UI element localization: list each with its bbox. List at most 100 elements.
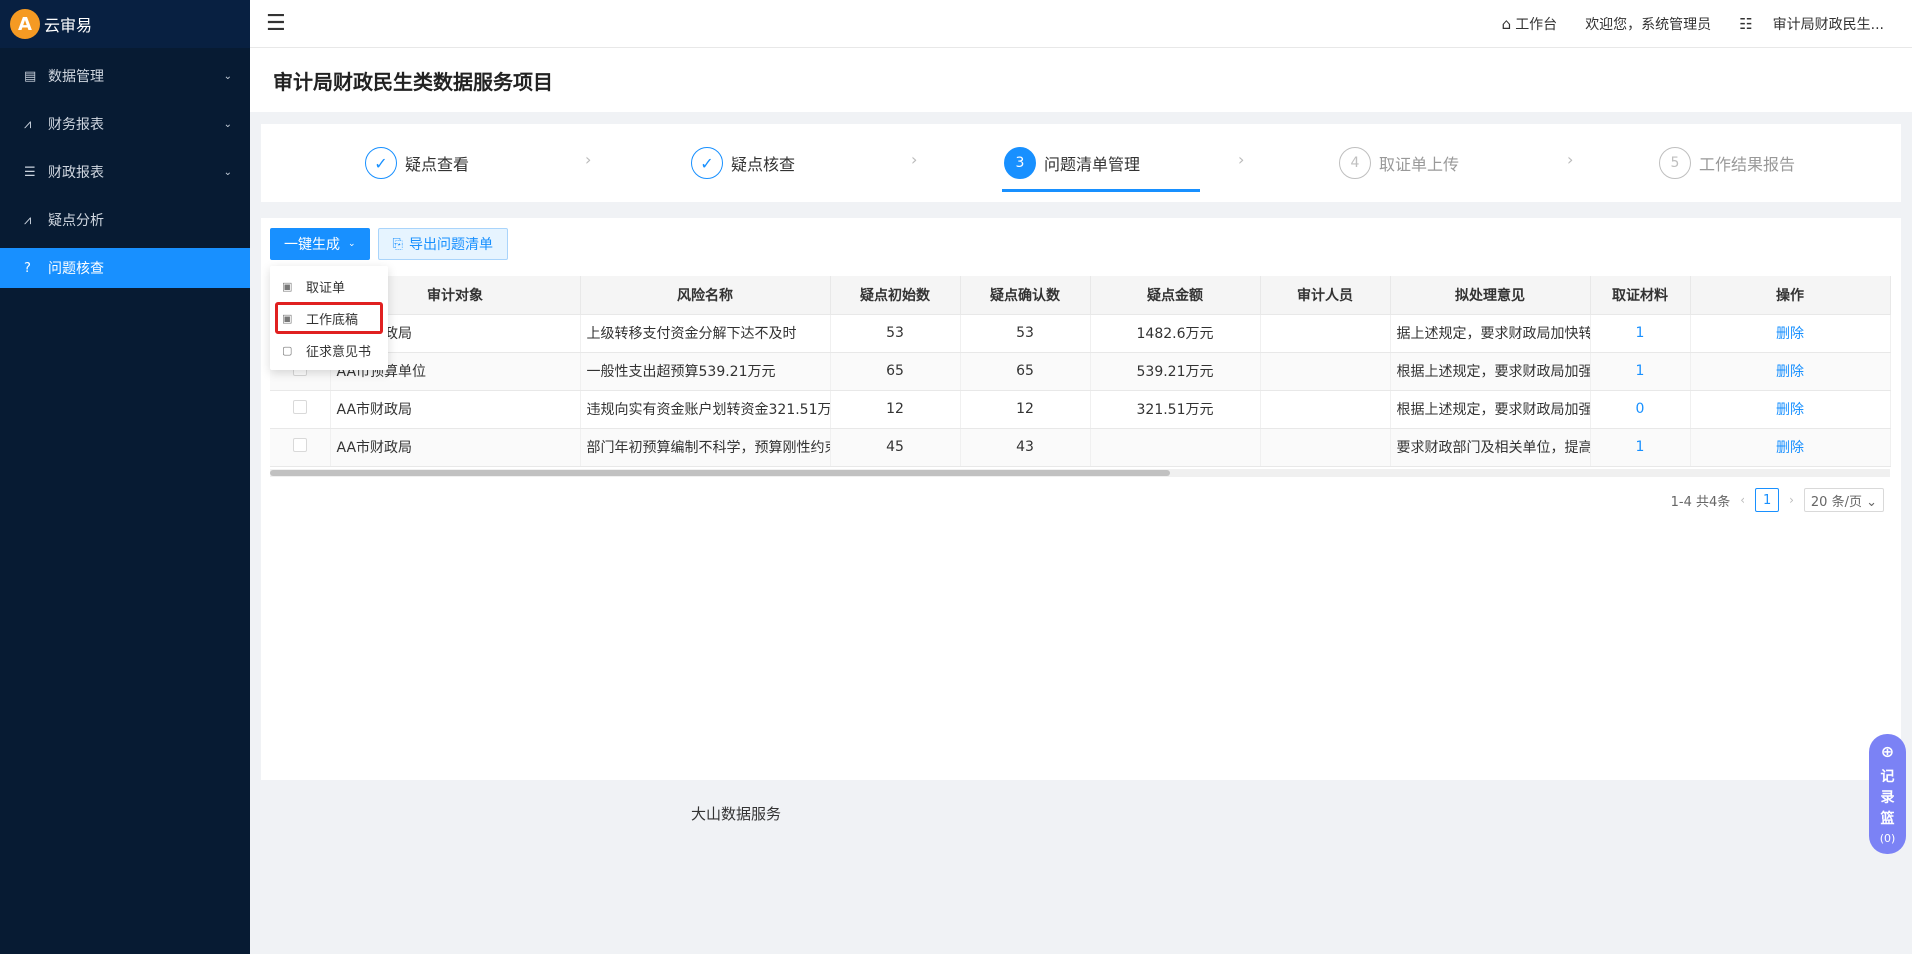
step-4[interactable]: 4 取证单上传 bbox=[1339, 124, 1459, 202]
cell-auditor bbox=[1260, 390, 1391, 429]
step-5[interactable]: 5 工作结果报告 bbox=[1659, 124, 1795, 202]
basket-count: (0) bbox=[1879, 832, 1896, 845]
app-name: 云审易 bbox=[44, 16, 93, 35]
page-number[interactable]: 1 bbox=[1755, 488, 1780, 512]
menu-item-opinion-letter[interactable]: ▢ 征求意见书 bbox=[270, 334, 388, 366]
chart-icon: ⩘ bbox=[24, 116, 32, 132]
steps-bar: ✓ 疑点查看 › ✓ 疑点核查 › 3 问题清单管理 › 4 取证单上传 › 5… bbox=[261, 124, 1901, 202]
record-basket-button[interactable]: ⊕ 记 录 篮 (0) bbox=[1869, 734, 1906, 854]
delete-link[interactable]: 删除 bbox=[1690, 314, 1891, 353]
generate-button[interactable]: 一键生成 ⌄ bbox=[270, 228, 370, 260]
sidebar-menu: ▤ 数据管理 ⌄ ⩘ 财务报表 ⌄ ☰ 财政报表 ⌄ ⩘ 疑点分析 ? 问题核查 bbox=[0, 56, 250, 288]
cell-amount bbox=[1090, 428, 1261, 467]
sidebar-item-suspicion-analysis[interactable]: ⩘ 疑点分析 bbox=[0, 200, 250, 240]
cell-auditor bbox=[1260, 352, 1391, 391]
step-2[interactable]: ✓ 疑点核查 bbox=[691, 124, 795, 202]
row-checkbox-cell bbox=[270, 428, 331, 467]
scrollbar-thumb[interactable] bbox=[270, 469, 1170, 476]
toolbar: 一键生成 ⌄ ⎘ 导出问题清单 bbox=[270, 228, 508, 260]
horizontal-scrollbar[interactable] bbox=[270, 468, 1890, 477]
document-icon: ▤ bbox=[24, 68, 37, 84]
chevron-down-icon: ⌄ bbox=[223, 70, 232, 82]
chevron-right-icon: › bbox=[585, 150, 592, 169]
org-name: 审计局财政民生... bbox=[1772, 16, 1884, 33]
issues-table: 审计对象 风险名称 疑点初始数 疑点确认数 疑点金额 审计人员 拟处理意见 取证… bbox=[270, 276, 1891, 477]
column-header[interactable]: 拟处理意见 bbox=[1390, 276, 1591, 315]
sidebar-item-data-management[interactable]: ▤ 数据管理 ⌄ bbox=[0, 56, 250, 96]
delete-link[interactable]: 删除 bbox=[1690, 352, 1891, 391]
menu-item-label: 取证单 bbox=[306, 280, 346, 296]
sidebar-item-issue-verification[interactable]: ? 问题核查 bbox=[0, 248, 250, 288]
cell-confirmed: 43 bbox=[960, 428, 1091, 467]
column-header[interactable]: 疑点确认数 bbox=[960, 276, 1091, 315]
prev-page-icon[interactable]: ‹ bbox=[1740, 493, 1745, 507]
step-number: 3 bbox=[1004, 147, 1036, 179]
header-right: ⌂ 工作台 欢迎您，系统管理员 ☷ 审计局财政民生... bbox=[1502, 14, 1912, 34]
evidence-link[interactable]: 1 bbox=[1590, 352, 1691, 391]
table-row: AA市预算单位 一般性支出超预算539.21万元 65 65 539.21万元 … bbox=[270, 352, 1891, 391]
row-checkbox-cell bbox=[270, 390, 331, 429]
step-number: 5 bbox=[1659, 147, 1691, 179]
workbench-link[interactable]: ⌂ 工作台 bbox=[1502, 14, 1558, 34]
menu-item-working-paper[interactable]: ▣ 工作底稿 bbox=[275, 302, 383, 334]
workbench-label: 工作台 bbox=[1515, 16, 1558, 33]
logo-icon: A bbox=[10, 9, 40, 39]
delete-link[interactable]: 删除 bbox=[1690, 428, 1891, 467]
cell-initial: 53 bbox=[830, 314, 961, 353]
footer-text: 大山数据服务 bbox=[691, 805, 782, 823]
chevron-down-icon: ⌄ bbox=[223, 166, 232, 178]
cell-opinion: 据上述规定，要求财政局加快转 bbox=[1390, 314, 1591, 353]
column-header[interactable]: 取证材料 bbox=[1590, 276, 1691, 315]
trend-icon: ⩘ bbox=[24, 212, 32, 228]
home-icon: ⌂ bbox=[1501, 14, 1512, 33]
row-checkbox[interactable] bbox=[292, 438, 307, 452]
row-checkbox[interactable] bbox=[292, 400, 307, 414]
top-header: ☰ ⌂ 工作台 欢迎您，系统管理员 ☷ 审计局财政民生... bbox=[250, 0, 1912, 48]
sidebar-item-fiscal-statements[interactable]: ☰ 财政报表 ⌄ bbox=[0, 152, 250, 192]
menu-item-label: 工作底稿 bbox=[306, 312, 359, 328]
chevron-down-icon: ⌄ bbox=[223, 118, 232, 130]
sidebar-item-label: 疑点分析 bbox=[48, 213, 104, 229]
org-switcher[interactable]: ☷ 审计局财政民生... bbox=[1739, 14, 1884, 34]
basket-icon: ⊕ bbox=[1880, 742, 1895, 761]
column-header[interactable]: 操作 bbox=[1690, 276, 1891, 315]
cell-initial: 12 bbox=[830, 390, 961, 429]
export-issues-button[interactable]: ⎘ 导出问题清单 bbox=[377, 228, 508, 260]
document-icon: ▢ bbox=[282, 343, 293, 357]
menu-collapse-icon[interactable]: ☰ bbox=[266, 11, 286, 36]
menu-item-label: 征求意见书 bbox=[306, 344, 372, 360]
document-icon: ▣ bbox=[282, 311, 293, 325]
step-1[interactable]: ✓ 疑点查看 bbox=[365, 124, 469, 202]
basket-label-char: 篮 bbox=[1880, 811, 1895, 827]
cell-opinion: 根据上述规定，要求财政局加强预 bbox=[1390, 390, 1591, 429]
generate-dropdown-menu: ▣ 取证单 ▣ 工作底稿 ▢ 征求意见书 bbox=[270, 266, 388, 370]
step-label: 取证单上传 bbox=[1379, 155, 1460, 174]
list-icon: ☷ bbox=[1739, 14, 1753, 33]
content-card: 一键生成 ⌄ ⎘ 导出问题清单 审计对象 风险名称 疑点初始数 疑点确认数 疑点… bbox=[261, 218, 1901, 780]
cell-target: AA市财政局 bbox=[330, 390, 581, 429]
chevron-right-icon: › bbox=[1238, 150, 1245, 169]
cell-opinion: 要求财政部门及相关单位，提高预 bbox=[1390, 428, 1591, 467]
evidence-link[interactable]: 0 bbox=[1590, 390, 1691, 429]
next-page-icon[interactable]: › bbox=[1789, 493, 1794, 507]
column-header[interactable]: 疑点金额 bbox=[1090, 276, 1261, 315]
delete-link[interactable]: 删除 bbox=[1690, 390, 1891, 429]
column-header[interactable]: 风险名称 bbox=[580, 276, 831, 315]
cell-risk: 一般性支出超预算539.21万元 bbox=[580, 352, 831, 391]
menu-item-evidence-sheet[interactable]: ▣ 取证单 bbox=[270, 270, 388, 302]
evidence-link[interactable]: 1 bbox=[1590, 428, 1691, 467]
cell-amount: 1482.6万元 bbox=[1090, 314, 1261, 353]
sidebar-item-financial-statements[interactable]: ⩘ 财务报表 ⌄ bbox=[0, 104, 250, 144]
cell-auditor bbox=[1260, 314, 1391, 353]
evidence-link[interactable]: 1 bbox=[1590, 314, 1691, 353]
column-header[interactable]: 疑点初始数 bbox=[830, 276, 961, 315]
app-logo[interactable]: A 云审易 bbox=[0, 0, 250, 48]
column-header[interactable]: 审计人员 bbox=[1260, 276, 1391, 315]
basket-label-char: 录 bbox=[1880, 790, 1895, 806]
cell-amount: 321.51万元 bbox=[1090, 390, 1261, 429]
step-3[interactable]: 3 问题清单管理 bbox=[1001, 124, 1201, 202]
cell-risk: 违规向实有资金账户划转资金321.51万元 bbox=[580, 390, 831, 429]
title-bar: 审计局财政民生类数据服务项目 bbox=[250, 48, 1912, 112]
cell-initial: 45 bbox=[830, 428, 961, 467]
page-size-select[interactable]: 20 条/页 ⌄ bbox=[1803, 488, 1884, 512]
